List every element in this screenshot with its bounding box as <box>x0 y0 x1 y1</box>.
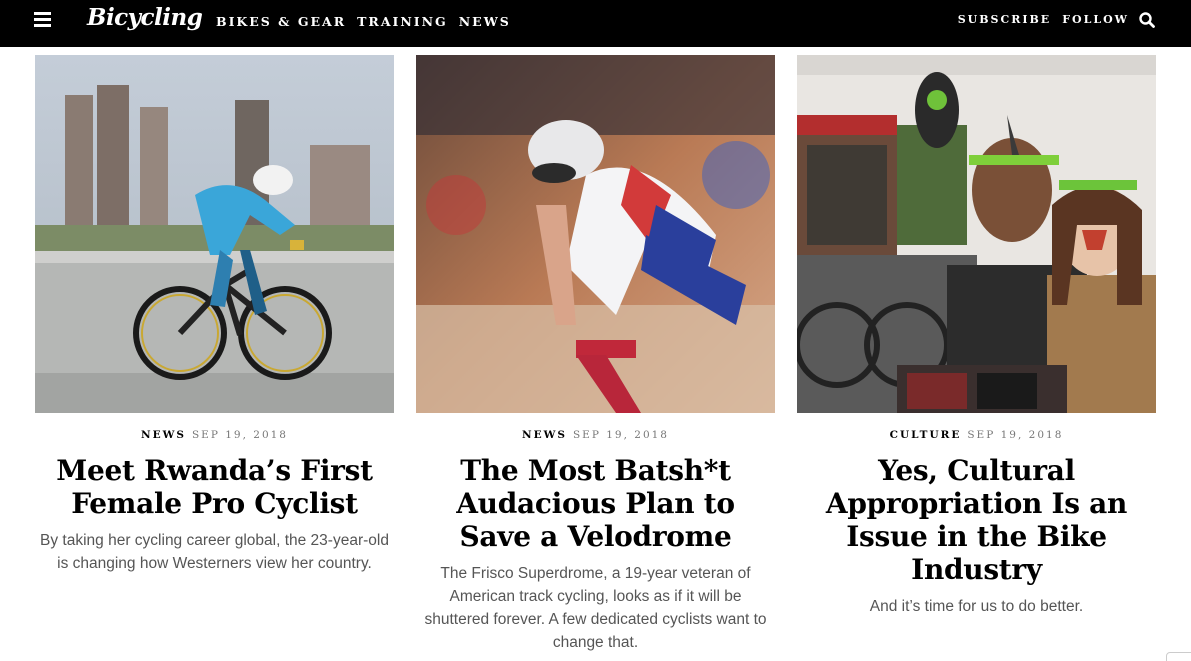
track-cyclist-photo[interactable] <box>416 55 775 413</box>
section-label[interactable]: News <box>522 429 567 441</box>
article-meta: News Sep 19, 2018 <box>416 429 775 443</box>
article-headline[interactable]: Yes, Cultural Appropriation Is an Issue … <box>797 454 1156 586</box>
hamburger-icon[interactable] <box>34 12 51 27</box>
subscribe-link[interactable]: Subscribe <box>958 13 1052 26</box>
article-meta: Culture Sep 19, 2018 <box>797 429 1156 443</box>
section-label[interactable]: News <box>141 429 186 441</box>
article-card: News Sep 19, 2018 Meet Rwanda’s First Fem… <box>35 55 394 654</box>
follow-link[interactable]: Follow <box>1062 13 1129 26</box>
search-icon[interactable] <box>1138 11 1156 29</box>
nav-news[interactable]: News <box>459 14 511 29</box>
article-dek: The Frisco Superdrome, a 19-year veteran… <box>424 565 767 651</box>
article-card: News Sep 19, 2018 The Most Batsh*t Audaci… <box>416 55 775 654</box>
publish-date: Sep 19, 2018 <box>572 429 669 441</box>
article-grid: News Sep 19, 2018 Meet Rwanda’s First Fem… <box>35 55 1156 654</box>
article-headline[interactable]: The Most Batsh*t Audacious Plan to Save … <box>416 454 775 553</box>
publish-date: Sep 19, 2018 <box>967 429 1064 441</box>
site-header: Bicycling Bikes & Gear Training News Sub… <box>0 0 1191 47</box>
article-meta: News Sep 19, 2018 <box>35 429 394 443</box>
article-card: Culture Sep 19, 2018 Yes, Cultural Approp… <box>797 55 1156 654</box>
secondary-nav: Subscribe Follow <box>958 13 1129 26</box>
nav-training[interactable]: Training <box>357 14 448 29</box>
cyclist-time-trial-photo[interactable] <box>35 55 394 413</box>
article-dek: By taking her cycling career global, the… <box>40 532 389 572</box>
section-label[interactable]: Culture <box>890 429 962 441</box>
trade-show-selfie-photo[interactable] <box>797 55 1156 413</box>
primary-nav: Bikes & Gear Training News <box>216 14 511 29</box>
publish-date: Sep 19, 2018 <box>191 429 288 441</box>
site-logo[interactable]: Bicycling <box>87 4 203 31</box>
article-dek: And it’s time for us to do better. <box>869 598 1084 615</box>
nav-bikes-gear[interactable]: Bikes & Gear <box>216 14 346 29</box>
floating-widget[interactable] <box>1166 652 1191 661</box>
article-headline[interactable]: Meet Rwanda’s First Female Pro Cyclist <box>35 454 394 520</box>
